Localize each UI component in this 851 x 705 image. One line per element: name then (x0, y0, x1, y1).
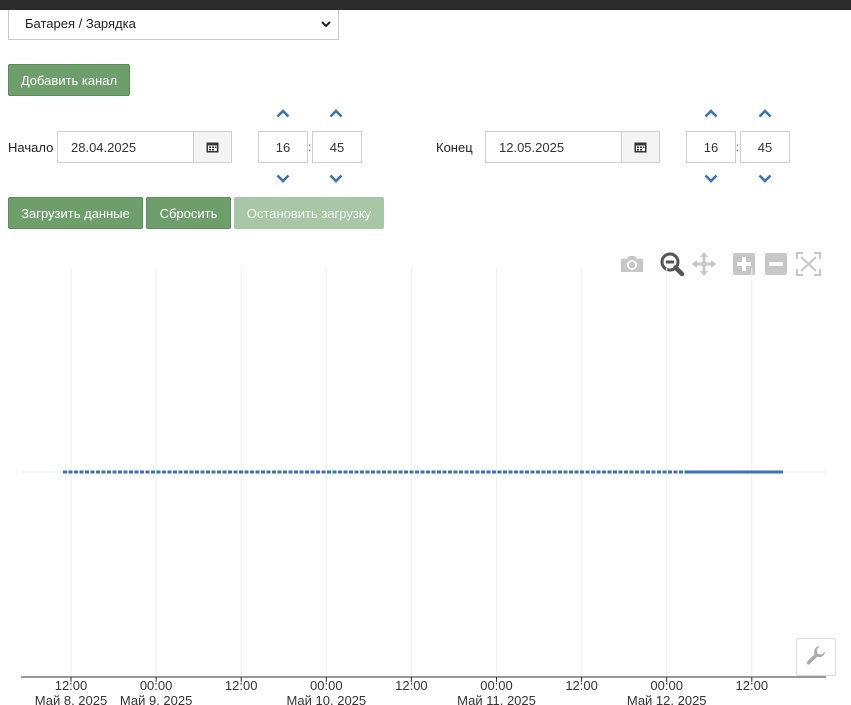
start-minute-up-icon[interactable] (329, 109, 343, 118)
channel-select[interactable]: Батарея / Зарядка (8, 10, 339, 40)
x-tick-date-label: Май 12, 2025 (627, 693, 707, 705)
start-calendar-button[interactable] (193, 131, 232, 163)
end-hour-input[interactable]: 16 (686, 131, 736, 163)
end-date-input[interactable]: 12.05.2025 (485, 131, 622, 163)
add-channel-label: Добавить канал (20, 72, 118, 88)
end-date-value: 12.05.2025 (499, 140, 565, 155)
x-tick-date-label: Май 8, 2025 (35, 693, 107, 705)
chevron-down-icon (321, 21, 331, 28)
start-hour-input[interactable]: 16 (258, 131, 308, 163)
stop-loading-button[interactable]: Остановить загрузку (234, 197, 384, 229)
start-hour-value: 16 (275, 140, 291, 155)
end-minute-up-icon[interactable] (758, 109, 772, 118)
start-minute-down-icon[interactable] (329, 174, 343, 183)
x-tick-date-label: Май 11, 2025 (457, 693, 536, 705)
stop-loading-label: Остановить загрузку (246, 205, 372, 221)
end-hour-up-icon[interactable] (704, 109, 718, 118)
start-hour-down-icon[interactable] (276, 174, 290, 183)
add-channel-button[interactable]: Добавить канал (8, 64, 130, 96)
start-time-separator: : (308, 140, 312, 154)
reset-button[interactable]: Сбросить (146, 197, 231, 229)
settings-button[interactable] (796, 638, 836, 676)
x-tick-time-label: 00:00 (310, 678, 343, 693)
calendar-icon (634, 142, 647, 153)
start-date-input[interactable]: 28.04.2025 (57, 131, 194, 163)
x-tick-time-label: 12:00 (55, 678, 88, 693)
start-label: Начало (8, 140, 54, 155)
x-tick-date-label: Май 10, 2025 (286, 693, 366, 705)
reset-label: Сбросить (159, 205, 218, 221)
end-hour-value: 16 (703, 140, 719, 155)
x-tick-time-label: 12:00 (395, 678, 428, 693)
window-top-bar (0, 0, 851, 10)
end-calendar-button[interactable] (621, 131, 660, 163)
x-tick-time-label: 00:00 (480, 678, 513, 693)
start-minute-value: 45 (329, 140, 345, 155)
end-minute-input[interactable]: 45 (740, 131, 790, 163)
battery-charge-chart[interactable]: 12:00Май 8, 202500:00Май 9, 202512:00 00:… (0, 240, 851, 705)
start-hour-up-icon[interactable] (276, 109, 290, 118)
end-time-separator: : (736, 140, 740, 154)
start-minute-input[interactable]: 45 (312, 131, 362, 163)
x-tick-time-label: 12:00 (736, 678, 769, 693)
channel-select-value: Батарея / Зарядка (25, 16, 136, 31)
x-tick-labels: 12:00Май 8, 202500:00Май 9, 202512:00 00:… (35, 677, 768, 705)
calendar-icon (206, 142, 219, 153)
start-date-value: 28.04.2025 (71, 140, 137, 155)
end-label: Конец (436, 140, 473, 155)
end-minute-down-icon[interactable] (758, 174, 772, 183)
x-tick-time-label: 12:00 (565, 678, 598, 693)
load-data-button[interactable]: Загрузить данные (8, 197, 143, 229)
x-tick-time-label: 00:00 (140, 678, 173, 693)
x-tick-time-label: 12:00 (225, 678, 258, 693)
x-tick-time-label: 00:00 (650, 678, 683, 693)
x-tick-date-label: Май 9, 2025 (120, 693, 192, 705)
end-hour-down-icon[interactable] (704, 174, 718, 183)
load-data-label: Загрузить данные (21, 205, 130, 221)
wrench-icon (806, 646, 826, 665)
end-minute-value: 45 (757, 140, 773, 155)
